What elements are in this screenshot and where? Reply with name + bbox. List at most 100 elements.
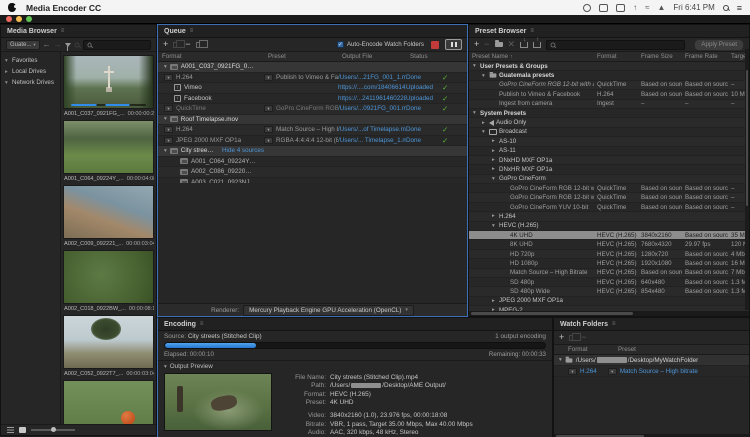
clip-item[interactable]: A002_C052_0922T7_... 00:00:03:04 xyxy=(63,315,154,378)
panel-menu-icon[interactable]: ≡ xyxy=(612,321,616,327)
zoom-icon[interactable] xyxy=(74,42,79,47)
vertical-scrollbar[interactable] xyxy=(745,49,749,310)
preset-row[interactable]: H.264 xyxy=(469,212,749,221)
media-browser-tab[interactable]: Media Browser ≡ xyxy=(1,25,156,38)
watch-folder-output-row[interactable]: ▾ H.264 ▾ Match Source – High bitrate xyxy=(554,366,749,377)
preset-row[interactable]: SD 480p Wide HEVC (H.265) 854x480 Based … xyxy=(469,287,749,296)
queue-row[interactable]: ▾ ↑ ▾ JPEG 2000 MXF OP1a ▾ xyxy=(158,136,467,147)
filter-icon[interactable] xyxy=(65,43,71,47)
chevron-down-icon[interactable]: ▾ xyxy=(164,364,167,370)
apple-menu-icon[interactable] xyxy=(8,3,16,12)
preset-dropdown[interactable]: ▾ xyxy=(264,74,273,81)
format-dropdown[interactable]: ▾ xyxy=(568,368,577,375)
preset-row[interactable]: 4K UHD HEVC (H.265) 3840x2160 Based on s… xyxy=(469,231,749,240)
add-preset-button[interactable]: + xyxy=(474,40,479,49)
status-icon-2[interactable] xyxy=(599,4,608,12)
wifi-icon[interactable]: ≈ xyxy=(645,3,649,12)
queue-row[interactable]: ▾ ↑ ▾ H.264 ▾ Match xyxy=(158,125,467,136)
queue-row[interactable]: ▾ ↑ ▾ A001_C064_09224Y_001 ▾ xyxy=(158,157,467,168)
close-window-button[interactable] xyxy=(6,16,12,22)
queue-row[interactable]: ▾ ↑ ▾ H.264 ▾ Publi xyxy=(158,73,467,84)
clip-item[interactable] xyxy=(63,380,154,424)
chevron-icon[interactable]: ▸ xyxy=(5,69,10,75)
queue-row[interactable]: ▾ ↑ ▾ A001_C037_0921FG_001.mov ▾ xyxy=(158,62,467,73)
format-label[interactable]: JPEG 2000 MXF OP1a xyxy=(176,137,241,144)
chevron-icon[interactable] xyxy=(482,73,487,79)
eject-icon[interactable]: ▲ xyxy=(657,3,665,12)
preset-row[interactable]: GoPro CineForm RGB 12-bit with alpha Qui… xyxy=(469,184,749,193)
preset-row[interactable]: Publish to Vimeo & Facebook H.264 Based … xyxy=(469,90,749,99)
add-source-button[interactable]: + xyxy=(163,40,168,49)
preset-row[interactable]: GoPro CineForm RGB 12-bit with alpha (Al… xyxy=(469,81,749,90)
status-icon-1[interactable] xyxy=(583,4,591,12)
thumbnail-size-slider[interactable] xyxy=(31,429,75,431)
clip-item[interactable]: A001_C037_0921FG_... 00:00:00:20 xyxy=(63,55,154,118)
chevron-icon[interactable]: ▾ xyxy=(5,80,10,86)
clip-thumbnail[interactable] xyxy=(63,380,154,424)
clip-thumbnail[interactable] xyxy=(63,250,154,304)
preset-row[interactable]: Audio Only xyxy=(469,118,749,127)
slider-knob[interactable] xyxy=(51,427,56,432)
thumbnail-view-icon[interactable] xyxy=(19,427,26,433)
chevron-down-icon[interactable]: ▾ xyxy=(164,148,167,154)
preset-row[interactable]: System Presets xyxy=(469,109,749,118)
remove-button[interactable]: − xyxy=(185,40,190,49)
new-group-icon[interactable] xyxy=(495,42,503,47)
output-file-link[interactable]: https://...24119614602283 xyxy=(338,95,406,102)
preset-label[interactable]: GoPro CineForm RGB 12... xyxy=(276,105,338,112)
chevron-icon[interactable] xyxy=(492,213,497,219)
chevron-icon[interactable] xyxy=(482,120,487,126)
queue-row[interactable]: ▾ ↑ ▾ City streets (Stitched Clip) Hide … xyxy=(158,146,467,157)
clip-thumbnail[interactable] xyxy=(63,185,154,239)
sort-arrow-icon[interactable]: ↑ xyxy=(510,54,513,60)
format-dropdown[interactable]: ▾ xyxy=(164,105,173,112)
chevron-icon[interactable] xyxy=(492,166,497,172)
queue-row[interactable]: ▾ ↑ ▾ Facebook ▾ xyxy=(158,94,467,105)
chevron-icon[interactable] xyxy=(492,148,497,154)
preset-row[interactable]: SD 480p HEVC (H.265) 640x480 Based on so… xyxy=(469,278,749,287)
queue-row[interactable]: ▾ ↑ ▾ QuickTime ▾ G xyxy=(158,104,467,115)
queue-row[interactable]: ▾ ↑ ▾ Roof Timelapse.mov ▾ xyxy=(158,115,467,126)
import-preset-icon[interactable] xyxy=(520,42,528,48)
chevron-icon[interactable] xyxy=(492,157,497,163)
scrub-bar[interactable] xyxy=(71,104,146,107)
search-input[interactable] xyxy=(95,42,147,48)
clip-thumbnail[interactable] xyxy=(63,315,154,369)
minimize-window-button[interactable] xyxy=(16,16,22,22)
tree-item[interactable]: ▸ Local Drives xyxy=(1,66,60,77)
panel-menu-icon[interactable]: ≡ xyxy=(190,28,194,34)
app-menu[interactable]: Media Encoder CC xyxy=(26,3,101,13)
chevron-icon[interactable] xyxy=(492,223,497,229)
tree-item[interactable]: ▾ Network Drives xyxy=(1,77,60,88)
chevron-down-icon[interactable]: ▾ xyxy=(559,357,562,363)
preset-settings-icon[interactable]: ✕ xyxy=(508,40,516,49)
auto-encode-checkbox[interactable]: ✓ xyxy=(337,41,344,48)
preset-dropdown[interactable]: ▾ xyxy=(608,368,617,375)
queue-tab[interactable]: Queue ≡ xyxy=(158,25,467,38)
add-watch-folder-button[interactable]: + xyxy=(559,333,564,342)
format-dropdown[interactable]: ▾ xyxy=(164,137,173,144)
location-dropdown[interactable]: Guate... ▾ xyxy=(6,40,40,50)
preset-row[interactable]: JPEG 2000 MXF OP1a xyxy=(469,297,749,306)
output-file-link[interactable]: https://....com/184066142 xyxy=(338,84,406,91)
clip-thumbnail[interactable] xyxy=(63,55,154,109)
format-label[interactable]: H.264 xyxy=(176,126,193,133)
preset-dropdown[interactable]: ▾ xyxy=(264,105,273,112)
chevron-icon[interactable] xyxy=(492,298,497,304)
output-file-link[interactable]: /Users/...of Timelapse.mp4 xyxy=(338,126,406,133)
airplay-icon[interactable]: ↑ xyxy=(633,3,637,12)
output-file-link[interactable]: /Users/...0921FG_001.mov xyxy=(338,105,406,112)
chevron-icon[interactable] xyxy=(492,176,497,182)
preset-row[interactable]: User Presets & Groups xyxy=(469,62,749,71)
preset-row[interactable]: Ingest from camera Ingest – – – xyxy=(469,100,749,109)
preset-row[interactable]: 8K UHD HEVC (H.265) 7680x4320 29.97 fps … xyxy=(469,240,749,249)
panel-menu-icon[interactable]: ≡ xyxy=(200,321,204,327)
preset-row[interactable]: HEVC (H.265) xyxy=(469,222,749,231)
zoom-window-button[interactable] xyxy=(26,16,32,22)
display-icon[interactable] xyxy=(616,4,625,12)
chevron-down-icon[interactable]: ▾ xyxy=(164,64,167,70)
pause-queue-button[interactable] xyxy=(445,39,462,50)
encoding-tab[interactable]: Encoding ≡ xyxy=(158,318,552,331)
export-preset-icon[interactable] xyxy=(533,42,541,48)
preset-label[interactable]: Match Source – High bitrate xyxy=(620,368,698,375)
